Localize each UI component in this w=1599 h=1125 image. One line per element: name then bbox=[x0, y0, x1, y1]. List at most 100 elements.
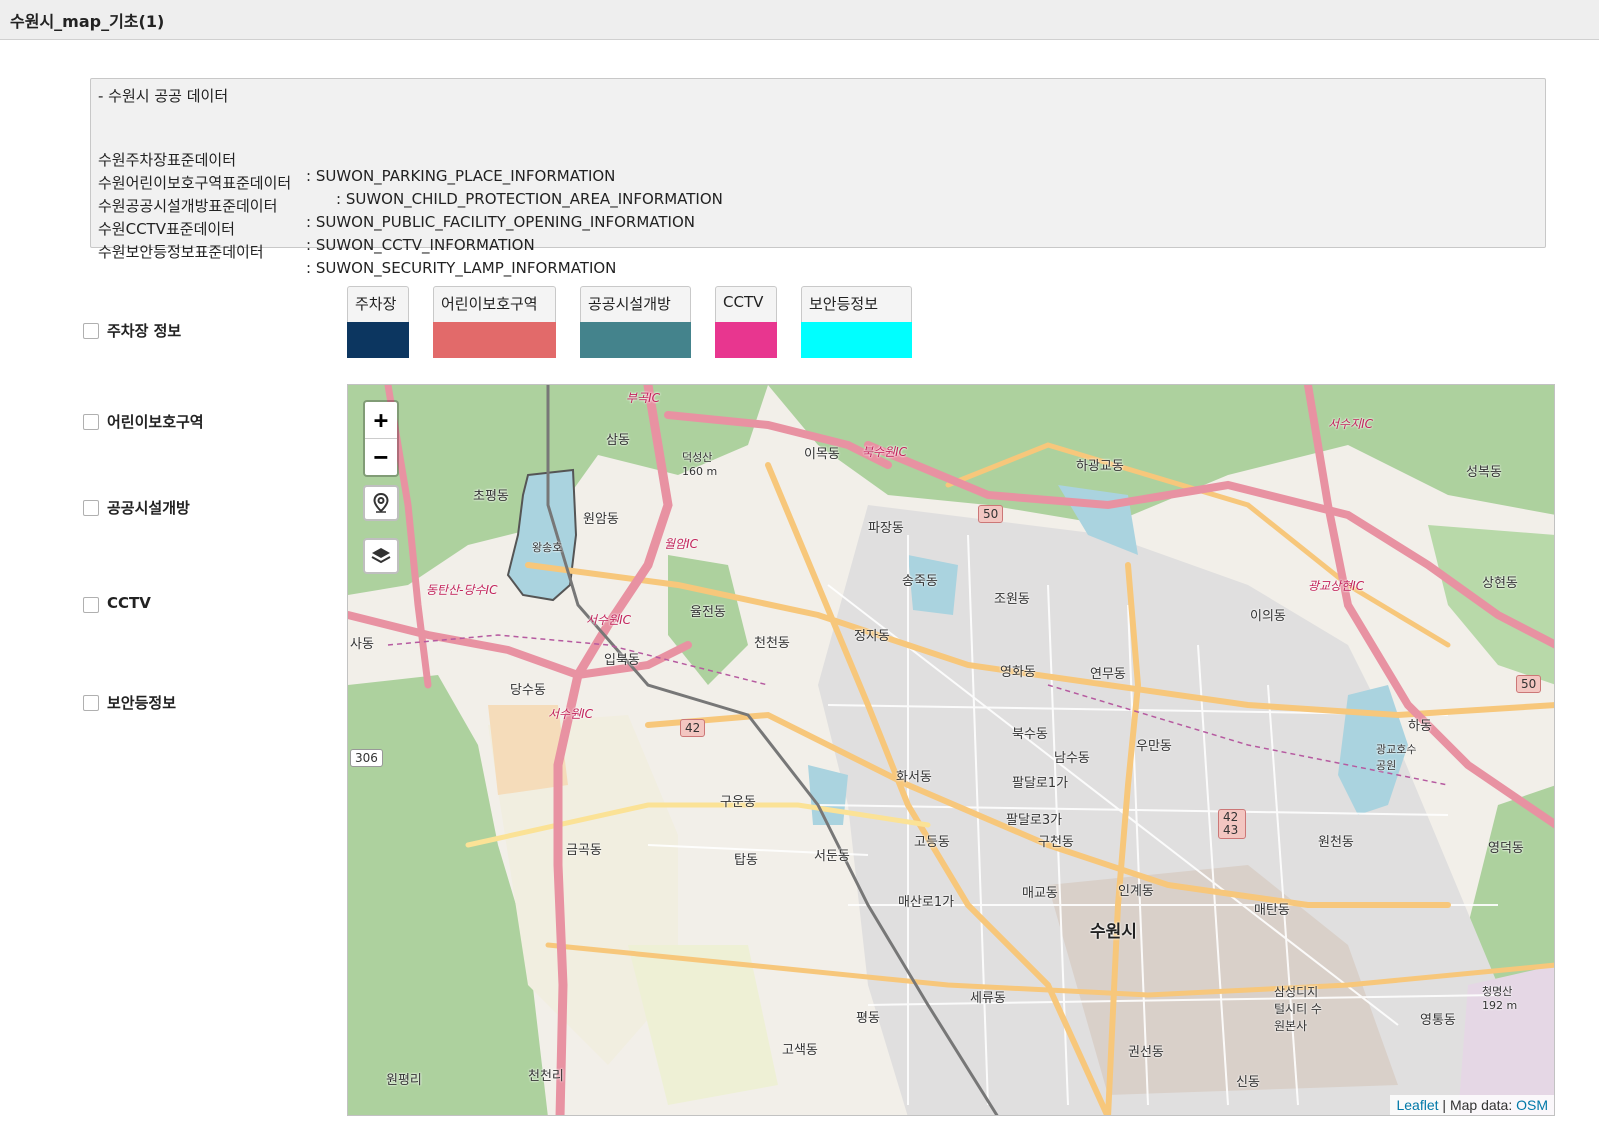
map-label: 팔달로3가 bbox=[1006, 813, 1063, 828]
map-label: 구천동 bbox=[1038, 835, 1074, 850]
map-label: 율전동 bbox=[690, 605, 726, 620]
map-label: 송죽동 bbox=[902, 574, 938, 589]
map-label: 매교동 bbox=[1022, 886, 1058, 901]
locate-button[interactable] bbox=[363, 485, 399, 521]
map-label: 평동 bbox=[856, 1011, 880, 1026]
map-label: 정자동 bbox=[854, 629, 890, 644]
map-tiles[interactable] bbox=[348, 385, 1555, 1116]
map-label: 광교호수공원 bbox=[1376, 743, 1417, 772]
map-label: 매탄동 bbox=[1254, 903, 1290, 918]
page-title: 수원시_map_기초(1) bbox=[10, 12, 165, 31]
route-shield: 50 bbox=[1516, 675, 1542, 693]
map-label: 권선동 bbox=[1128, 1045, 1164, 1060]
map-label: 조원동 bbox=[994, 592, 1030, 607]
cctv-checkbox[interactable] bbox=[83, 597, 99, 613]
map-label: 팔달로1가 bbox=[1012, 776, 1069, 791]
security-lamp-checkbox[interactable] bbox=[83, 695, 99, 711]
map-label: 매산로1가 bbox=[898, 895, 955, 910]
child-protection-checkbox[interactable] bbox=[83, 414, 99, 430]
map-label: 상현동 bbox=[1482, 576, 1518, 591]
map-label: 이목동 bbox=[804, 447, 840, 462]
map-label: 북수동 bbox=[1012, 727, 1048, 742]
legend-swatch bbox=[433, 322, 556, 358]
map-label: 세류동 bbox=[970, 991, 1006, 1006]
info-heading: - 수원시 공공 데이터 bbox=[98, 87, 229, 105]
legend-swatch bbox=[347, 322, 409, 358]
legend-swatch bbox=[801, 322, 912, 358]
layers-button[interactable] bbox=[363, 538, 399, 574]
info-panel: - 수원시 공공 데이터 수원주차장표준데이터 : SUWON_PARKING_… bbox=[90, 78, 1546, 277]
map-label: 천천동 bbox=[754, 636, 790, 651]
map-attribution: Leaflet | Map data: OSM bbox=[1390, 1095, 1554, 1115]
title-bar: 수원시_map_기초(1) bbox=[0, 0, 1599, 40]
map-label: 서둔동 bbox=[814, 849, 850, 864]
legend-label: 보안등정보 bbox=[801, 286, 912, 322]
map-label: 탑동 bbox=[734, 853, 758, 868]
map-label: 영화동 bbox=[1000, 665, 1036, 680]
map-label: 사동 bbox=[350, 637, 374, 652]
info-row: 수원공공시설개방표준데이터 : SUWON_PUBLIC_FACILITY_OP… bbox=[98, 177, 1498, 231]
route-shield: 42 bbox=[680, 719, 706, 737]
zoom-in-button[interactable]: + bbox=[365, 402, 397, 439]
map-label-ic: 서수원IC bbox=[548, 707, 594, 721]
info-row: 수원어린이보호구역표준데이터 : SUWON_CHILD_PROTECTION_… bbox=[98, 154, 1498, 208]
info-row: 수원주차장표준데이터 : SUWON_PARKING_PLACE_INFORMA… bbox=[98, 131, 1498, 185]
map-label: 원평리 bbox=[386, 1073, 422, 1088]
map-label: 금곡동 bbox=[566, 843, 602, 858]
route-shield: 42 43 bbox=[1218, 809, 1246, 839]
map-label: 구운동 bbox=[720, 795, 756, 810]
map-label: 우만동 bbox=[1136, 739, 1172, 754]
map-label: 신동 bbox=[1236, 1075, 1260, 1090]
map-label-ic: 월암IC bbox=[664, 537, 698, 551]
parking-checkbox[interactable] bbox=[83, 323, 99, 339]
layers-icon bbox=[371, 548, 391, 564]
child-protection-checkbox-label[interactable]: 어린이보호구역 bbox=[107, 411, 204, 432]
zoom-out-button[interactable]: − bbox=[365, 439, 397, 475]
legend-swatch bbox=[715, 322, 777, 358]
map-label: 남수동 bbox=[1054, 751, 1090, 766]
map-label-ic: 서수지IC bbox=[1328, 417, 1374, 431]
map-label: 원천동 bbox=[1318, 835, 1354, 850]
public-facility-checkbox[interactable] bbox=[83, 500, 99, 516]
parking-checkbox-label[interactable]: 주차장 정보 bbox=[107, 320, 181, 341]
map-label-ic: 북수원IC bbox=[862, 445, 908, 459]
map-label: 파장동 bbox=[868, 521, 904, 536]
map-label: 덕성산 160 m bbox=[682, 451, 718, 478]
info-row: 수원CCTV표준데이터 : SUWON_CCTV_INFORMATION bbox=[98, 200, 1498, 254]
map-label: 화서동 bbox=[896, 770, 932, 785]
map-label: 성복동 bbox=[1466, 465, 1502, 480]
map-label: 청명산 192 m bbox=[1482, 985, 1518, 1012]
map-label: 하동 bbox=[1408, 719, 1432, 734]
security-lamp-checkbox-label[interactable]: 보안등정보 bbox=[107, 692, 176, 713]
osm-link[interactable]: OSM bbox=[1516, 1097, 1548, 1113]
map-label: 입북동 bbox=[604, 653, 640, 668]
leaflet-link[interactable]: Leaflet bbox=[1396, 1097, 1438, 1113]
zoom-control[interactable]: + − bbox=[363, 400, 399, 477]
attribution-separator: | Map data: bbox=[1438, 1097, 1517, 1113]
info-row: 수원보안등정보표준데이터 : SUWON_SECURITY_LAMP_INFOR… bbox=[98, 223, 1498, 277]
map-label: 연무동 bbox=[1090, 667, 1126, 682]
map-label-ic: 광교상현IC bbox=[1308, 579, 1365, 593]
map-label: 영통동 bbox=[1420, 1013, 1456, 1028]
route-shield: 306 bbox=[350, 749, 383, 767]
map-label: 왕송호 bbox=[532, 541, 563, 554]
map-label: 영덕동 bbox=[1488, 841, 1524, 856]
map-label: 이의동 bbox=[1250, 609, 1286, 624]
legend-label: 주차장 bbox=[347, 286, 409, 322]
legend-label: CCTV bbox=[715, 286, 777, 322]
map-label: 천천리 bbox=[528, 1069, 564, 1084]
map-label: 삼동 bbox=[606, 433, 630, 448]
cctv-checkbox-label[interactable]: CCTV bbox=[107, 594, 151, 612]
map-label: 삼성디지털시티 수원본사 bbox=[1274, 985, 1322, 1033]
map-label: 초평동 bbox=[473, 489, 509, 504]
map-label-city: 수원시 bbox=[1090, 922, 1137, 942]
legend-swatch bbox=[580, 322, 691, 358]
map-label-ic: 서수원IC bbox=[586, 613, 632, 627]
map-pin-icon bbox=[373, 492, 389, 513]
map-label: 고등동 bbox=[914, 835, 950, 850]
map-view[interactable]: 수원시 삼동 이목동 하광교동 성복동 초평동 원암동 파장동 송죽동 조원동 … bbox=[347, 384, 1555, 1116]
info-row-name: 수원보안등정보표준데이터 bbox=[98, 243, 264, 261]
map-label: 하광교동 bbox=[1076, 459, 1124, 474]
public-facility-checkbox-label[interactable]: 공공시설개방 bbox=[107, 497, 190, 518]
legend-label: 공공시설개방 bbox=[580, 286, 691, 322]
